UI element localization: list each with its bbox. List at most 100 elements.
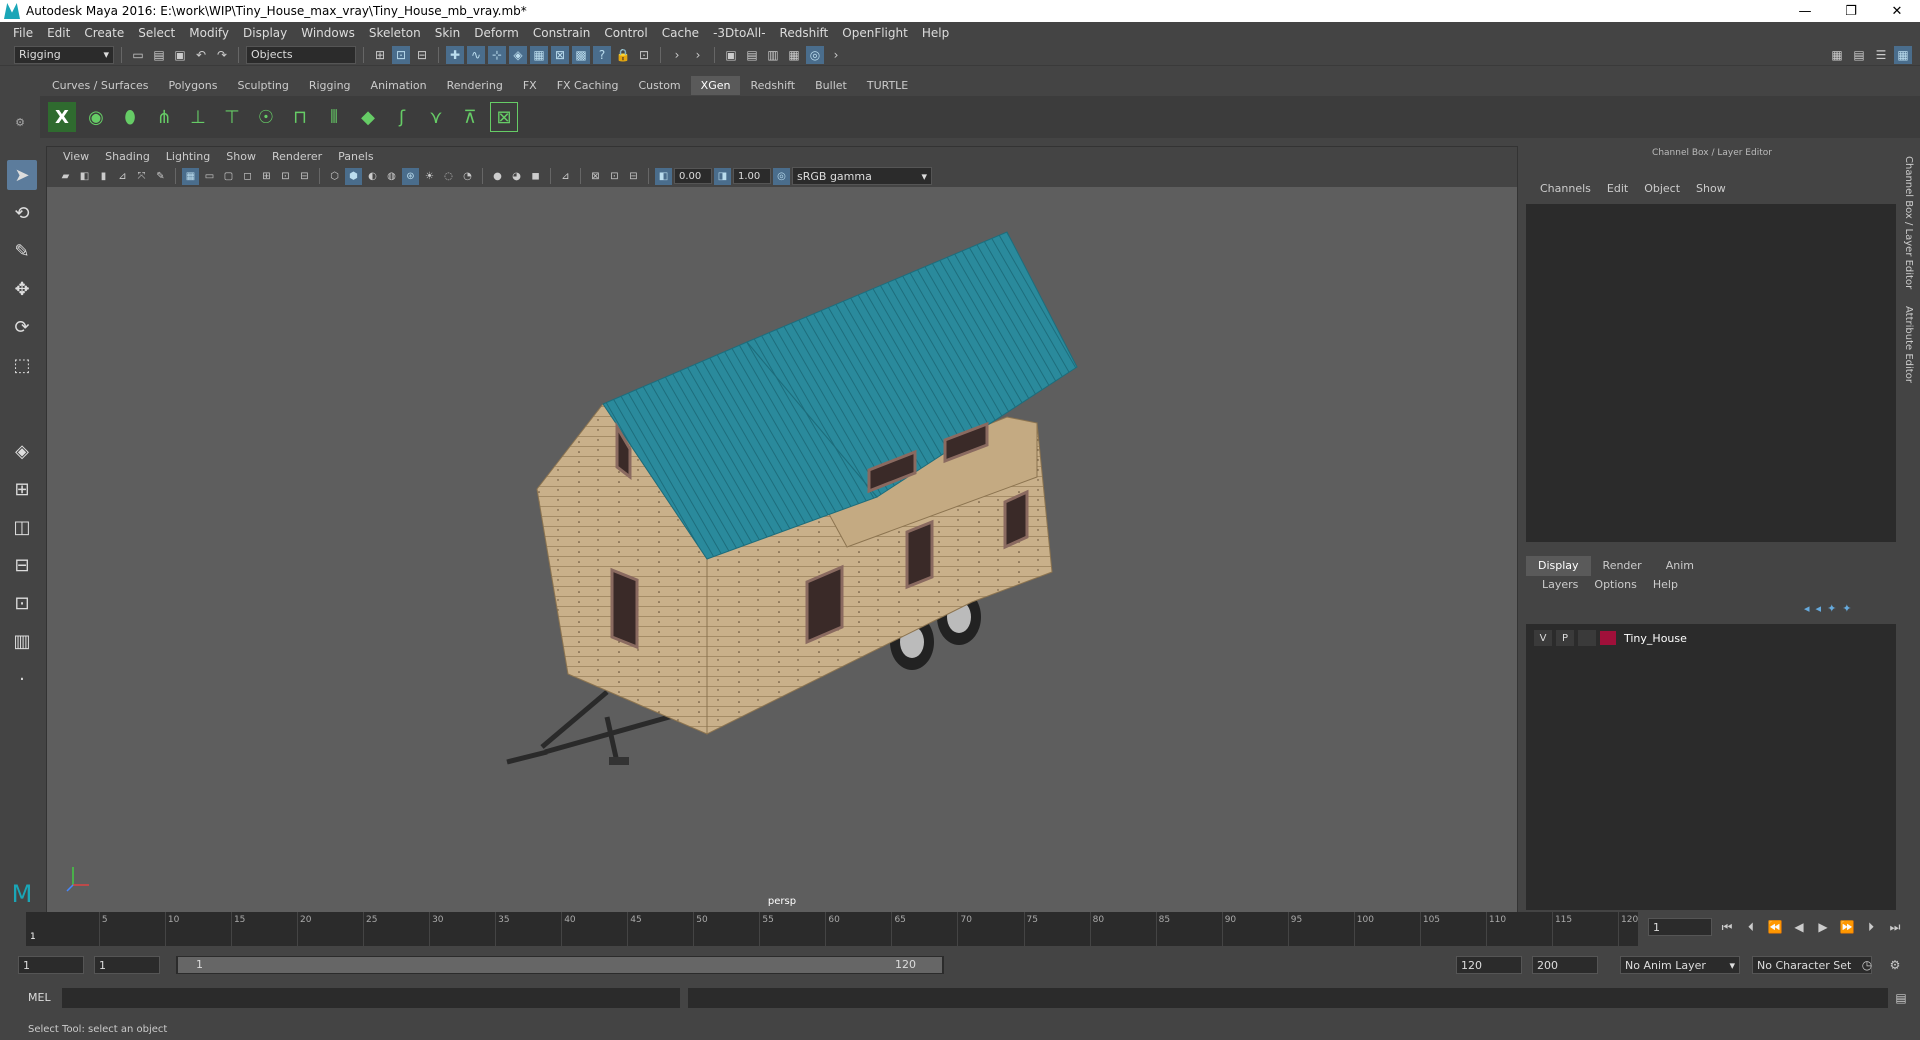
input-ops-icon[interactable]: › [689, 46, 707, 64]
channel-box-menu-object[interactable]: Object [1636, 182, 1688, 195]
start-time-field[interactable]: 1 [18, 956, 84, 974]
go-to-start-icon[interactable]: ⏮ [1718, 918, 1736, 936]
xgen-guide-length-icon[interactable]: ⫴ [320, 102, 348, 132]
safe-title-icon[interactable]: ⊟ [296, 168, 313, 185]
use-all-lights-icon[interactable]: ⊛ [402, 167, 419, 185]
menu-redshift[interactable]: Redshift [773, 26, 836, 40]
lasso-tool-icon[interactable]: ⟲ [7, 198, 37, 228]
wireframe-icon[interactable]: ⬡ [326, 168, 343, 185]
paint-select-tool-icon[interactable]: ✎ [7, 236, 37, 266]
command-language-label[interactable]: MEL [28, 991, 51, 1004]
viewport-menu-renderer[interactable]: Renderer [264, 150, 330, 163]
viewport-persp[interactable]: View Shading Lighting Show Renderer Pane… [46, 146, 1518, 914]
shelf-tab-curves-surfaces[interactable]: Curves / Surfaces [42, 76, 159, 95]
color-management-icon[interactable]: ◎ [773, 167, 790, 185]
range-slider[interactable]: 1 120 [176, 956, 944, 974]
move-tool-icon[interactable]: ✥ [7, 274, 37, 304]
xray-active-icon[interactable]: ⊡ [606, 168, 623, 185]
side-tab-attribute-editor[interactable]: Attribute Editor [1903, 306, 1914, 383]
expand-arrow-icon[interactable]: › [827, 46, 845, 64]
resolution-gate-icon[interactable]: ▢ [220, 168, 237, 185]
xgen-primitive-icon[interactable]: ⬮ [116, 102, 144, 132]
menu-create[interactable]: Create [77, 26, 131, 40]
script-editor-icon[interactable]: ▤ [1892, 989, 1910, 1007]
viewport-menu-shading[interactable]: Shading [97, 150, 158, 163]
persp-outliner-layout-icon[interactable]: ◫ [7, 512, 37, 542]
xgen-lock-guide-icon[interactable]: ⊓ [286, 102, 314, 132]
select-component-icon[interactable]: ⊟ [413, 46, 431, 64]
snap-pivot-icon[interactable]: ⊠ [551, 45, 569, 64]
gate-mask-icon[interactable]: ◻ [239, 168, 256, 185]
time-slider[interactable]: 1 5 10 15 20 25 30 35 40 45 50 55 60 65 70 75 80 85 90 95 1… [26, 912, 1638, 946]
channel-box-toggle-icon[interactable]: ▦ [1894, 45, 1912, 64]
lock-icon[interactable]: 🔒 [614, 46, 632, 64]
selection-mode-dropdown[interactable]: Objects [246, 45, 356, 64]
snap-grid-icon[interactable]: ✚ [446, 45, 464, 64]
menu-display[interactable]: Display [236, 26, 294, 40]
step-forward-frame-icon[interactable]: ⏵ [1862, 918, 1880, 936]
persp-graph-layout-icon[interactable]: ⊟ [7, 550, 37, 580]
menu-control[interactable]: Control [597, 26, 654, 40]
menu-edit[interactable]: Edit [40, 26, 77, 40]
camera-select-icon[interactable]: ▰ [57, 168, 74, 185]
scale-tool-icon[interactable]: ⬚ [7, 350, 37, 380]
snap-surface-icon[interactable]: ▦ [530, 45, 548, 64]
menu-openflight[interactable]: OpenFlight [835, 26, 915, 40]
layer-visibility-toggle[interactable]: V [1534, 630, 1552, 646]
open-scene-icon[interactable]: ▤ [150, 46, 168, 64]
layer-tab-display[interactable]: Display [1526, 556, 1591, 576]
ipr-render-icon[interactable]: ▥ [764, 46, 782, 64]
snap-help-icon[interactable]: ? [593, 45, 611, 64]
modeling-toolkit-icon[interactable]: ▦ [1828, 46, 1846, 64]
shelf-tab-polygons[interactable]: Polygons [159, 76, 228, 95]
save-scene-icon[interactable]: ▣ [171, 46, 189, 64]
xgen-grooming-icon[interactable]: ⋎ [422, 102, 450, 132]
close-button[interactable]: ✕ [1874, 4, 1920, 19]
viewport-menu-show[interactable]: Show [218, 150, 264, 163]
four-view-layout-icon[interactable]: ⊞ [7, 474, 37, 504]
menu-skeleton[interactable]: Skeleton [362, 26, 428, 40]
menu-modify[interactable]: Modify [182, 26, 236, 40]
xgen-sculpt-guide-icon[interactable]: ⊤ [218, 102, 246, 132]
construction-history-icon[interactable]: › [668, 46, 686, 64]
camera-attributes-icon[interactable]: ◧ [76, 168, 93, 185]
attribute-editor-toggle-icon[interactable]: ▤ [1850, 46, 1868, 64]
minimize-button[interactable]: — [1782, 4, 1828, 19]
layer-tab-render[interactable]: Render [1591, 556, 1654, 576]
step-back-key-icon[interactable]: ⏪ [1766, 918, 1784, 936]
shelf-tab-bullet[interactable]: Bullet [805, 76, 857, 95]
shelf-tab-redshift[interactable]: Redshift [740, 76, 805, 95]
step-forward-key-icon[interactable]: ⏩ [1838, 918, 1856, 936]
shelf-tab-xgen[interactable]: XGen [690, 75, 741, 95]
view-transform-dropdown[interactable]: sRGB gamma ▾ [792, 167, 932, 185]
shelf-tab-animation[interactable]: Animation [361, 76, 437, 95]
xgen-cut-icon[interactable]: ⊼ [456, 102, 484, 132]
new-layer-icon[interactable]: ✦ [1827, 602, 1836, 615]
menu-windows[interactable]: Windows [294, 26, 362, 40]
xgen-move-guide-icon[interactable]: ☉ [252, 102, 280, 132]
shelf-tab-sculpting[interactable]: Sculpting [227, 76, 298, 95]
field-chart-icon[interactable]: ⊞ [258, 168, 275, 185]
viewport-menu-panels[interactable]: Panels [330, 150, 381, 163]
shelf-settings-icon[interactable]: ⚙ [15, 116, 25, 129]
rotate-tool-icon[interactable]: ⟳ [7, 312, 37, 342]
redo-icon[interactable]: ↷ [213, 46, 231, 64]
menu-3dtoall[interactable]: -3DtoAll- [706, 26, 772, 40]
layer-tab-anim[interactable]: Anim [1654, 556, 1706, 576]
xray-icon[interactable]: ◼ [527, 168, 544, 185]
two-d-pan-icon[interactable]: ⤧ [133, 168, 150, 185]
shelf-tab-rendering[interactable]: Rendering [437, 76, 513, 95]
film-gate-icon[interactable]: ▭ [201, 168, 218, 185]
exposure-icon[interactable]: ◧ [655, 167, 672, 185]
new-scene-icon[interactable]: ▭ [129, 46, 147, 64]
image-plane-icon[interactable]: ⊿ [114, 168, 131, 185]
step-back-frame-icon[interactable]: ⏴ [1742, 918, 1760, 936]
play-forwards-icon[interactable]: ▶ [1814, 918, 1832, 936]
ambient-occlusion-icon[interactable]: ◌ [440, 168, 457, 185]
bookmark-icon[interactable]: ▮ [95, 168, 112, 185]
isolate-select-icon[interactable]: ⊿ [557, 168, 574, 185]
play-backwards-icon[interactable]: ◀ [1790, 918, 1808, 936]
shelf-tab-fx[interactable]: FX [513, 76, 547, 95]
layer-name[interactable]: Tiny_House [1624, 632, 1687, 645]
tiny-house-model[interactable] [47, 187, 1517, 887]
